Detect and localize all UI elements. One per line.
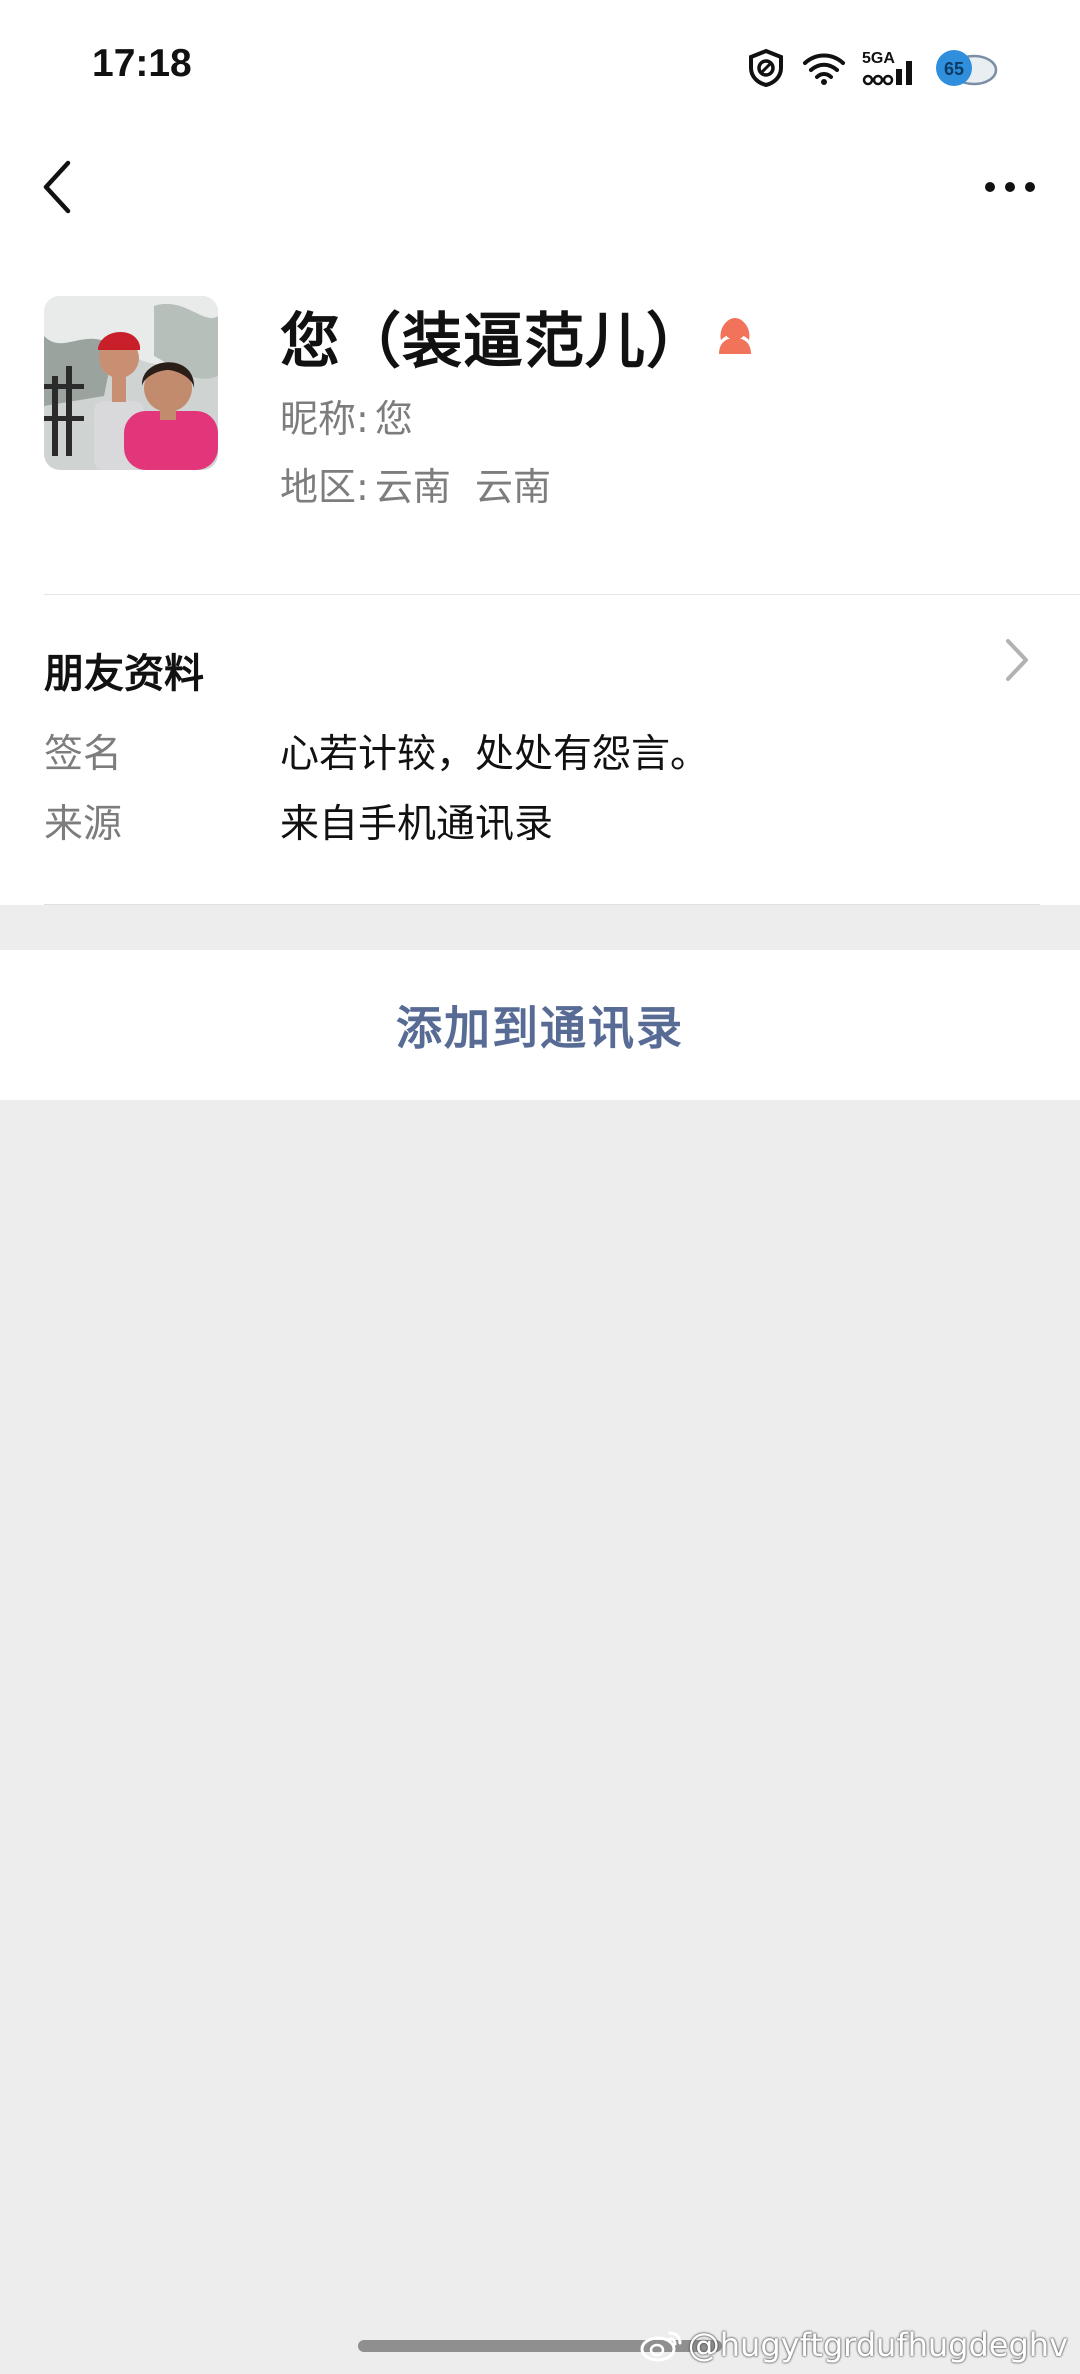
profile-page: 17:18 5GA 65 您（装逼范儿） 昵称: 您 地区: 云南 云南 朋友资… bbox=[0, 0, 1080, 2374]
profile-name-row: 您（装逼范儿） bbox=[280, 296, 757, 377]
battery-level: 65 bbox=[944, 59, 964, 79]
status-icons: 5GA 65 bbox=[746, 46, 998, 90]
region-label: 地区: bbox=[280, 465, 369, 509]
divider bbox=[44, 904, 1040, 905]
region-value: 云南 云南 bbox=[374, 465, 551, 509]
avatar[interactable] bbox=[44, 296, 218, 470]
nav-bar bbox=[0, 135, 1080, 240]
signature-value: 心若计较，处处有怨言。 bbox=[280, 732, 710, 777]
more-horizontal-icon bbox=[985, 182, 1035, 192]
friend-info-section[interactable]: 朋友资料 签名 心若计较，处处有怨言。 来源 来自手机通讯录 bbox=[0, 595, 1080, 905]
nickname-label: 昵称: bbox=[280, 397, 369, 441]
source-value: 来自手机通讯录 bbox=[280, 802, 554, 847]
weibo-icon bbox=[640, 2331, 682, 2362]
female-icon bbox=[719, 318, 751, 354]
watermark-text: @hugyftgrdufhugdeghv bbox=[687, 2326, 1068, 2364]
chevron-left-icon bbox=[43, 160, 71, 214]
source-label: 来源 bbox=[44, 802, 123, 847]
region-row: 地区: 云南 云南 bbox=[280, 456, 551, 511]
friend-info-title: 朋友资料 bbox=[44, 651, 204, 697]
cellular-5ga-icon: 5GA bbox=[862, 50, 912, 86]
battery-icon: 65 bbox=[936, 50, 998, 86]
status-time: 17:18 bbox=[92, 42, 192, 85]
status-bar: 17:18 5GA 65 bbox=[0, 0, 1080, 135]
chevron-right-icon bbox=[1006, 639, 1028, 681]
signature-label: 签名 bbox=[44, 732, 123, 777]
signature-row: 签名 心若计较，处处有怨言。 bbox=[44, 723, 1044, 783]
profile-name: 您（装逼范儿） bbox=[280, 306, 707, 377]
back-button[interactable] bbox=[34, 157, 84, 217]
network-label: 5GA bbox=[862, 50, 895, 67]
shield-icon bbox=[749, 48, 783, 88]
watermark: @hugyftgrdufhugdeghv bbox=[640, 2322, 1068, 2368]
nickname-value: 您 bbox=[374, 397, 413, 441]
nickname-row: 昵称: 您 bbox=[280, 388, 413, 443]
more-button[interactable] bbox=[980, 167, 1040, 207]
source-row: 来源 来自手机通讯录 bbox=[44, 793, 1044, 853]
add-to-contacts-label: 添加到通讯录 bbox=[396, 1001, 684, 1055]
add-to-contacts-button[interactable]: 添加到通讯录 bbox=[0, 950, 1080, 1100]
wifi-icon bbox=[803, 53, 845, 85]
profile-header: 您（装逼范儿） 昵称: 您 地区: 云南 云南 bbox=[0, 240, 1080, 595]
